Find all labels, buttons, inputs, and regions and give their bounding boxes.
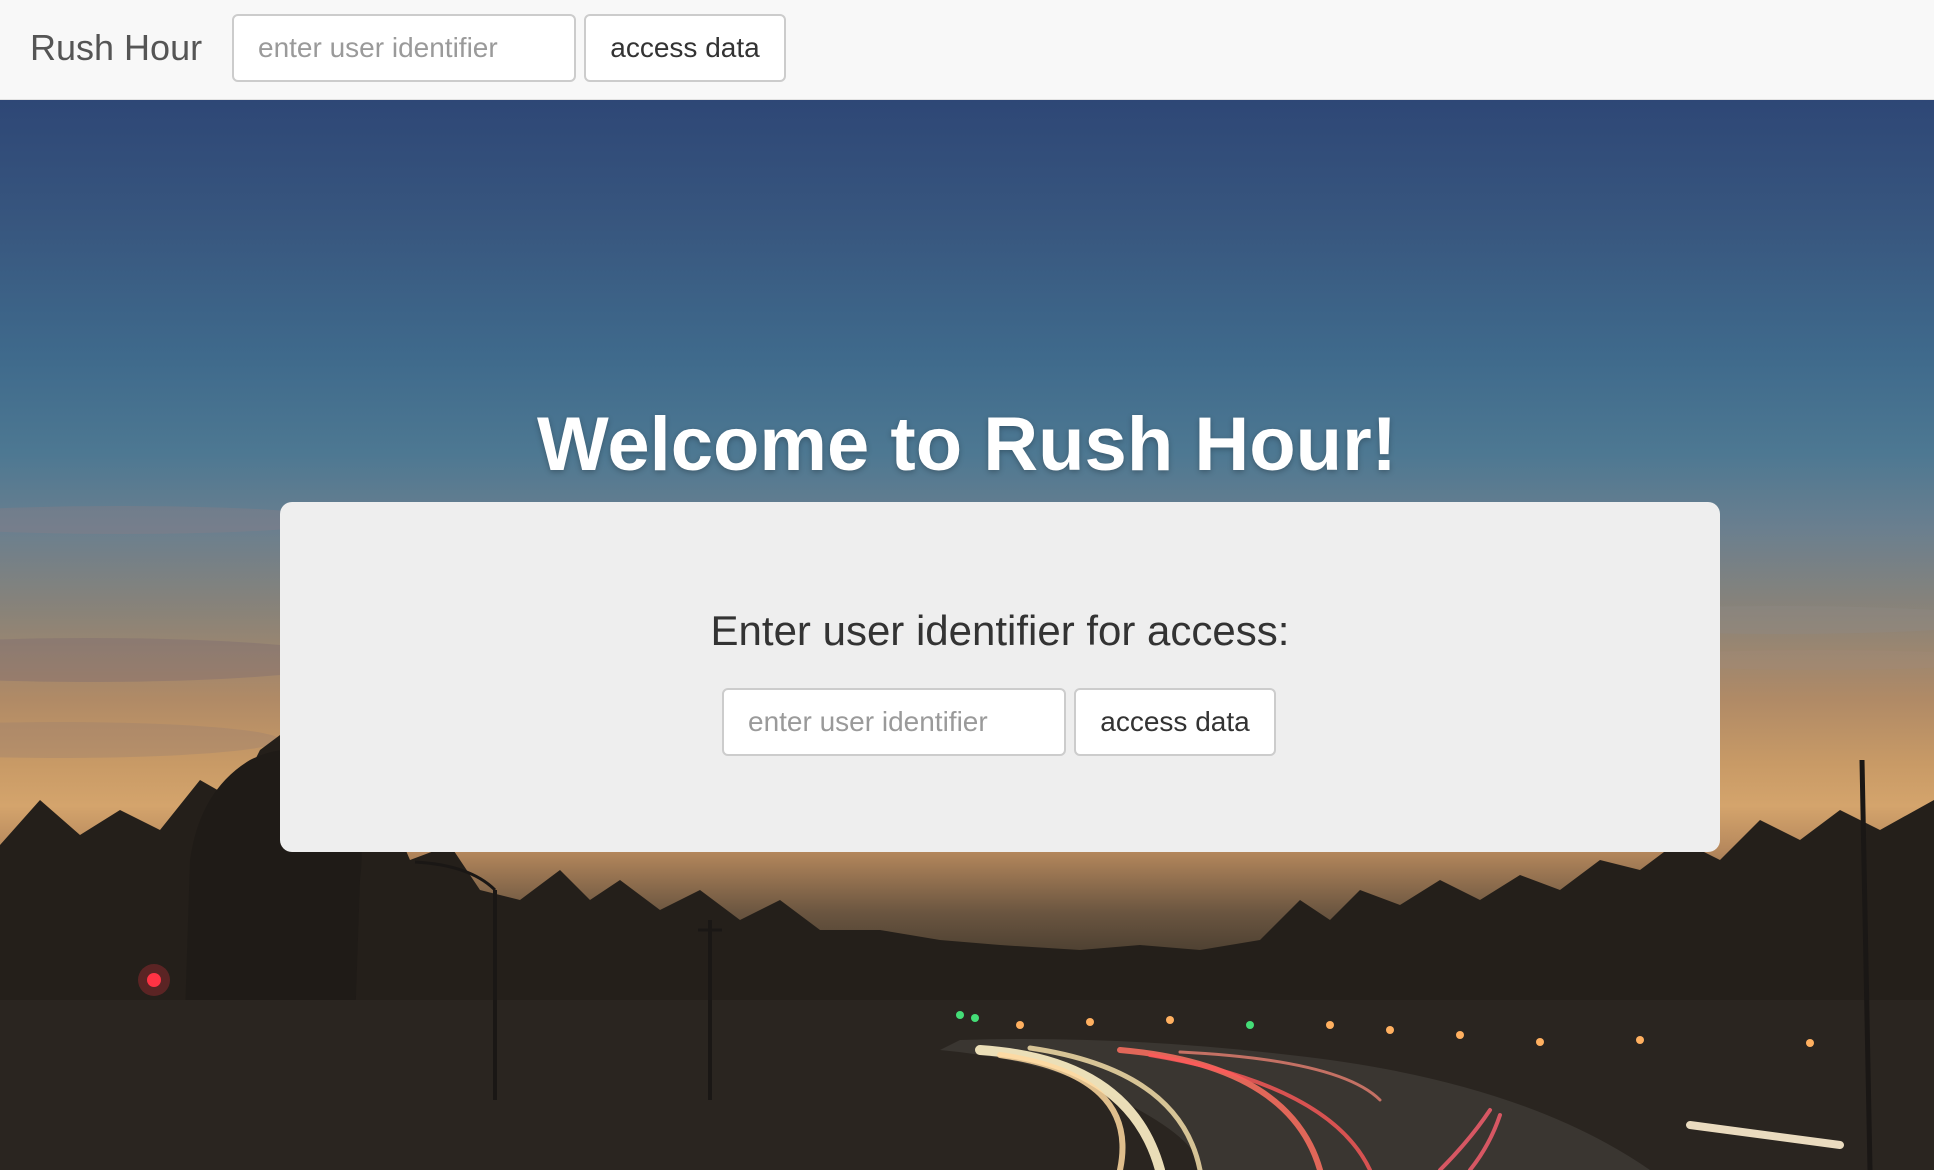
access-panel: Enter user identifier for access: access… <box>280 502 1720 852</box>
top-navbar: Rush Hour access data <box>0 0 1934 100</box>
ground <box>0 1000 1934 1170</box>
access-prompt: Enter user identifier for access: <box>710 607 1290 654</box>
hero-background: Welcome to Rush Hour! Enter user identif… <box>0 100 1934 1170</box>
welcome-heading-wrap: Welcome to Rush Hour! <box>0 400 1934 490</box>
welcome-heading: Welcome to Rush Hour! <box>537 402 1397 487</box>
access-data-button[interactable]: access data <box>1074 688 1276 756</box>
navbar-identifier-input[interactable] <box>232 14 576 82</box>
navbar-access-data-button[interactable]: access data <box>584 14 786 82</box>
brand-title[interactable]: Rush Hour <box>30 26 202 70</box>
identifier-input[interactable] <box>722 688 1066 756</box>
